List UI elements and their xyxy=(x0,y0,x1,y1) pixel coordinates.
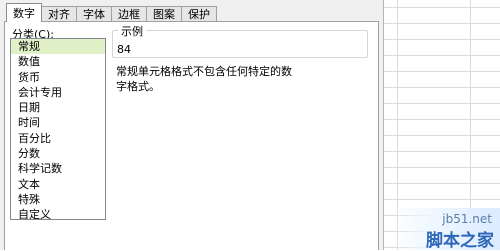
grid-row-line xyxy=(384,135,500,136)
sample-value: 84 xyxy=(117,43,131,56)
category-item-scientific[interactable]: 科学记数 xyxy=(11,161,105,176)
category-item-time[interactable]: 时间 xyxy=(11,115,105,130)
grid-row-line xyxy=(384,87,500,88)
tab-protection[interactable]: 保护 xyxy=(181,6,217,22)
tab-strip: 数字 对齐 字体 边框 图案 保护 xyxy=(6,3,217,22)
category-item-percentage[interactable]: 百分比 xyxy=(11,131,105,146)
grid-row-line xyxy=(384,151,500,152)
category-item-special[interactable]: 特殊 xyxy=(11,192,105,207)
format-description: 常规单元格格式不包含任何特定的数字格式。 xyxy=(116,65,292,93)
category-item-currency[interactable]: 货币 xyxy=(11,70,105,85)
grid-row-line xyxy=(384,55,500,56)
category-item-custom[interactable]: 自定义 xyxy=(11,207,105,219)
category-item-date[interactable]: 日期 xyxy=(11,100,105,115)
grid-row-line xyxy=(384,103,500,104)
grid-row-line xyxy=(384,39,500,40)
category-item-number[interactable]: 数值 xyxy=(11,54,105,69)
category-item-text[interactable]: 文本 xyxy=(11,177,105,192)
tab-number[interactable]: 数字 xyxy=(6,3,42,22)
grid-row-line xyxy=(384,23,500,24)
category-item-fraction[interactable]: 分数 xyxy=(11,146,105,161)
category-item-accounting[interactable]: 会计专用 xyxy=(11,85,105,100)
tab-font[interactable]: 字体 xyxy=(76,6,112,22)
category-item-general[interactable]: 常规 xyxy=(11,39,105,55)
grid-row-line xyxy=(384,183,500,184)
grid-row-line xyxy=(384,167,500,168)
grid-row-line xyxy=(384,199,500,200)
tab-patterns[interactable]: 图案 xyxy=(146,6,182,22)
grid-row-line xyxy=(384,7,500,8)
sample-title: 示例 xyxy=(118,23,146,39)
grid-row-line xyxy=(384,119,500,120)
format-cells-dialog: 数字 对齐 字体 边框 图案 保护 分类(C): 常规 数值 货币 会计专用 日… xyxy=(0,0,383,250)
tab-border[interactable]: 边框 xyxy=(111,6,147,22)
tab-alignment[interactable]: 对齐 xyxy=(41,6,77,22)
grid-row-line xyxy=(384,71,500,72)
sample-group-box xyxy=(112,30,368,58)
watermark-logo-text: 脚本之家 xyxy=(426,231,494,251)
category-list[interactable]: 常规 数值 货币 会计专用 日期 时间 百分比 分数 科学记数 文本 特殊 自定… xyxy=(10,38,106,220)
watermark-url: jb51.net xyxy=(442,212,492,226)
